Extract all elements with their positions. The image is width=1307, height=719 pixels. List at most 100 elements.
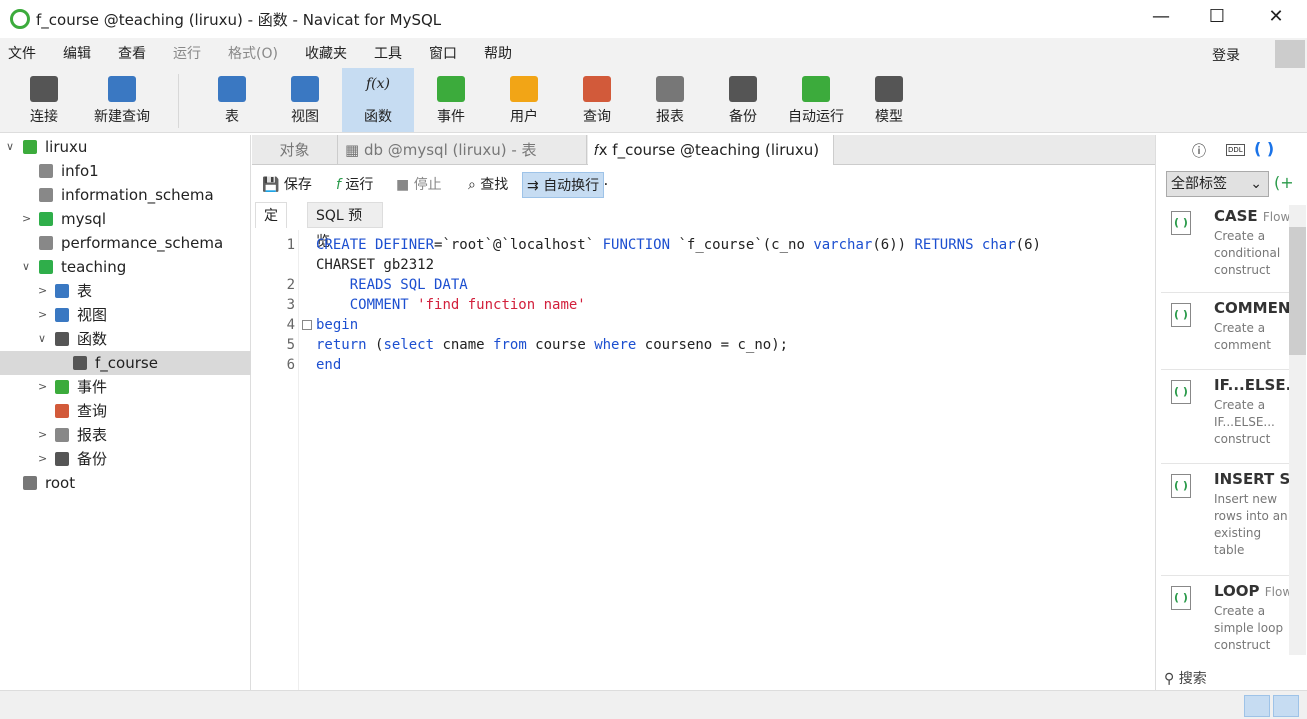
snippet-panel: ⓘ DDL ( ) 全部标签 ⌄ (+ ( ) CASE Flow Create a … xyxy=(1155,135,1307,690)
toolbar-icon-11 xyxy=(875,76,903,102)
menu-item[interactable]: 收藏夹 xyxy=(305,43,347,63)
toolbar-button-0[interactable]: 连接 xyxy=(8,68,80,132)
toolbar-button-3[interactable]: 视图 xyxy=(269,68,341,132)
code-token: RETURNS char xyxy=(914,237,1016,253)
line-number: 1 xyxy=(286,237,295,253)
tree-node-label: root xyxy=(45,474,76,492)
snippet-item[interactable]: ( ) INSERT Syntax Insert new rows into an … xyxy=(1161,466,1291,576)
tree-node[interactable]: performance_schema xyxy=(0,231,251,255)
toolbar-button-6[interactable]: 用户 xyxy=(488,68,560,132)
maximize-button[interactable]: ☐ xyxy=(1202,6,1232,27)
toolbar-label: 查询 xyxy=(583,109,611,125)
tree-node[interactable]: > 视图 xyxy=(0,303,251,327)
tree-node[interactable]: info1 xyxy=(0,159,251,183)
menu-item[interactable]: 文件 xyxy=(8,43,36,63)
snippet-item[interactable]: ( ) IF...ELSE... Create a IF...ELSE... con… xyxy=(1161,372,1291,464)
snippet-title: IF...ELSE... xyxy=(1214,376,1291,394)
ddl-icon[interactable]: DDL xyxy=(1226,144,1245,156)
find-button[interactable]: ⌕ 查找 xyxy=(464,172,512,198)
tree-node[interactable]: > 备份 xyxy=(0,447,251,471)
expand-arrow-icon[interactable]: > xyxy=(38,279,52,303)
expand-arrow-icon[interactable]: ∨ xyxy=(6,135,20,159)
avatar[interactable] xyxy=(1275,40,1305,68)
code-token: course xyxy=(526,337,595,353)
scrollbar-thumb[interactable] xyxy=(1289,227,1306,355)
tab-2[interactable]: 𝑓x f_course @teaching (liruxu) ... xyxy=(588,135,834,189)
database-icon xyxy=(39,212,53,226)
snippet-description: Create a conditional construct xyxy=(1214,229,1281,277)
expand-arrow-icon[interactable]: > xyxy=(38,423,52,447)
snippet-search[interactable]: ⚲ 搜索 xyxy=(1164,668,1207,688)
tab-0[interactable]: 对象 xyxy=(252,135,338,165)
tag-filter-select[interactable]: 全部标签 ⌄ xyxy=(1166,171,1269,197)
fold-marker-icon[interactable] xyxy=(302,320,312,330)
snippet-item[interactable]: ( ) COMMENT Create a comment xyxy=(1161,295,1291,370)
tree-node[interactable]: root xyxy=(0,471,251,495)
tree-node[interactable]: ∨ teaching xyxy=(0,255,251,279)
info-icon[interactable]: ⓘ xyxy=(1192,141,1206,161)
snippet-list: ( ) CASE Flow Create a conditional constru… xyxy=(1156,203,1307,658)
tree-node[interactable]: f_course xyxy=(0,351,251,375)
left-panel-toggle-icon[interactable] xyxy=(1244,695,1270,717)
backup-icon xyxy=(55,452,69,466)
tree-node[interactable]: ∨ 函数 xyxy=(0,327,251,351)
snippet-file-icon: ( ) xyxy=(1171,586,1191,610)
menu-item[interactable]: 窗口 xyxy=(429,43,457,63)
tree-node[interactable]: > 事件 xyxy=(0,375,251,399)
save-button[interactable]: 💾 保存 xyxy=(258,172,316,198)
tab-1[interactable]: ▦ db @mysql (liruxu) - 表 xyxy=(339,135,587,165)
toolbar-button-1[interactable]: 新建查询 xyxy=(86,68,158,132)
tree-node[interactable]: information_schema xyxy=(0,183,251,207)
tree-node-label: 视图 xyxy=(77,306,108,324)
tree-node-label: 事件 xyxy=(77,378,108,396)
toolbar-button-11[interactable]: 模型 xyxy=(853,68,925,132)
toolbar-button-7[interactable]: 查询 xyxy=(561,68,633,132)
toolbar-label: 表 xyxy=(225,109,239,125)
word-wrap-button[interactable]: ⇉ 自动换行 xyxy=(522,172,605,198)
code-line: end xyxy=(316,357,341,373)
login-button[interactable]: 登录 xyxy=(1212,45,1240,65)
snippet-item[interactable]: ( ) CASE Flow Create a conditional constru… xyxy=(1161,203,1291,293)
run-button[interactable]: f 运行 xyxy=(332,172,377,198)
menu-item[interactable]: 帮助 xyxy=(484,43,512,63)
function-icon xyxy=(55,332,69,346)
tab-sql-preview[interactable]: SQL 预览 xyxy=(307,202,383,250)
expand-arrow-icon[interactable]: > xyxy=(22,207,36,231)
toolbar-button-9[interactable]: 备份 xyxy=(707,68,779,132)
stop-button[interactable]: ■ 停止 xyxy=(392,172,446,198)
menu-item[interactable]: 编辑 xyxy=(63,43,91,63)
expand-arrow-icon[interactable]: > xyxy=(38,375,52,399)
snippet-icon[interactable]: ( ) xyxy=(1254,139,1274,158)
expand-arrow-icon[interactable]: > xyxy=(38,447,52,471)
toolbar-divider xyxy=(178,74,179,128)
right-panel-toggle-icon[interactable] xyxy=(1273,695,1299,717)
snippet-item[interactable]: ( ) LOOP Flow Create a simple loop constru… xyxy=(1161,578,1291,658)
tree-node[interactable]: > 报表 xyxy=(0,423,251,447)
add-snippet-icon[interactable]: (+ xyxy=(1274,173,1294,192)
menu-item[interactable]: 运行 xyxy=(173,43,201,63)
expand-arrow-icon[interactable]: ∨ xyxy=(38,327,52,351)
navigation-tree: ∨ liruxu info1 information_schema > mysql perf… xyxy=(0,135,251,690)
tree-node[interactable]: > 表 xyxy=(0,279,251,303)
expand-arrow-icon[interactable]: > xyxy=(38,303,52,327)
tab-definition[interactable]: 定义 xyxy=(255,202,287,250)
expand-arrow-icon[interactable]: ∨ xyxy=(22,255,36,279)
minimize-button[interactable]: — xyxy=(1146,6,1176,27)
menu-item[interactable]: 查看 xyxy=(118,43,146,63)
toolbar-button-10[interactable]: 自动运行 xyxy=(780,68,852,132)
toolbar-button-4[interactable]: f(x) 函数 xyxy=(342,68,414,132)
close-button[interactable]: ✕ xyxy=(1261,6,1291,27)
code-line: begin xyxy=(316,317,358,333)
code-token: begin xyxy=(316,317,359,333)
toolbar-button-2[interactable]: 表 xyxy=(196,68,268,132)
menu-item[interactable]: 工具 xyxy=(374,43,402,63)
code-editor[interactable]: CREATE DEFINER=`root`@`localhost` FUNCTI… xyxy=(299,230,1155,690)
scrollbar[interactable] xyxy=(1289,205,1306,655)
tree-node[interactable]: 查询 xyxy=(0,399,251,423)
tree-node-label: information_schema xyxy=(61,186,214,204)
menu-item[interactable]: 格式(O) xyxy=(228,43,278,63)
tree-node[interactable]: > mysql xyxy=(0,207,251,231)
toolbar-button-5[interactable]: 事件 xyxy=(415,68,487,132)
toolbar-button-8[interactable]: 报表 xyxy=(634,68,706,132)
tree-node[interactable]: ∨ liruxu xyxy=(0,135,251,159)
